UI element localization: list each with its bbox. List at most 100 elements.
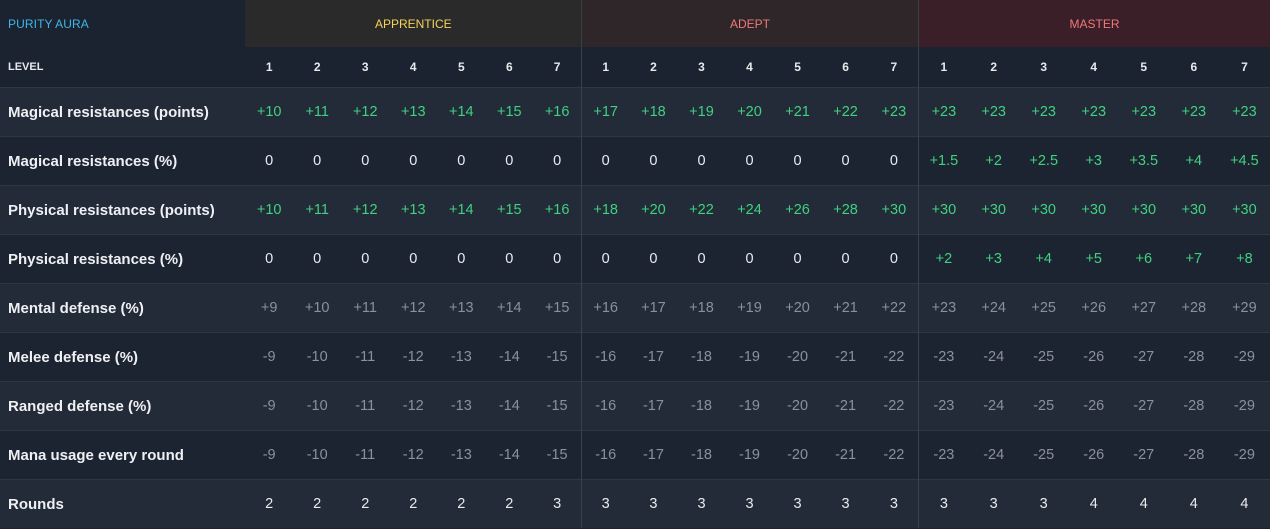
table-cell: +18 <box>629 87 678 137</box>
table-cell: 2 <box>389 479 438 528</box>
row-label: Magical resistances (%) <box>0 136 246 186</box>
table-cell: 0 <box>773 136 822 186</box>
table-cell: 0 <box>629 234 678 284</box>
table-row: Mental defense (%) +9 +10 +11 +12 +13 +14 +15 +1… <box>0 283 1270 333</box>
table-cell: -21 <box>821 332 870 382</box>
level-header-row: LEVEL 123456712345671234567 <box>0 47 1270 88</box>
table-cell: +12 <box>341 87 390 137</box>
purity-aura-table: PURITY AURA APPRENTICE ADEPT MASTER LEVE… <box>0 0 1270 528</box>
purity-aura-table-panel: PURITY AURA APPRENTICE ADEPT MASTER LEVE… <box>0 0 1270 529</box>
table-cell: -22 <box>869 381 919 431</box>
table-cell: +2 <box>968 136 1019 186</box>
level-number: 4 <box>389 47 438 88</box>
table-cell: +8 <box>1218 234 1270 284</box>
table-cell: +15 <box>485 185 534 235</box>
table-cell: -21 <box>821 381 870 431</box>
table-cell: +21 <box>821 283 870 333</box>
table-cell: +29 <box>1218 283 1270 333</box>
table-cell: -10 <box>293 381 342 431</box>
table-cell: +30 <box>1118 185 1169 235</box>
row-label: Rounds <box>0 479 246 528</box>
table-cell: -16 <box>580 430 630 480</box>
level-number: 6 <box>821 47 870 88</box>
table-cell: +23 <box>869 87 919 137</box>
table-cell: +16 <box>580 283 630 333</box>
table-cell: 0 <box>821 136 870 186</box>
table-cell: 2 <box>485 479 534 528</box>
table-cell: 3 <box>629 479 678 528</box>
table-cell: -22 <box>869 430 919 480</box>
table-cell: 0 <box>677 234 726 284</box>
level-number: 2 <box>293 47 342 88</box>
table-cell: +2.5 <box>1018 136 1069 186</box>
table-cell: -18 <box>677 430 726 480</box>
table-cell: -16 <box>580 332 630 382</box>
table-cell: +5 <box>1068 234 1119 284</box>
table-cell: 0 <box>341 234 390 284</box>
table-cell: +2 <box>918 234 969 284</box>
table-cell: 0 <box>293 234 342 284</box>
table-cell: +22 <box>869 283 919 333</box>
table-cell: +30 <box>869 185 919 235</box>
table-cell: -23 <box>918 381 969 431</box>
table-cell: +26 <box>1068 283 1119 333</box>
table-cell: -14 <box>485 381 534 431</box>
table-cell: -19 <box>725 332 774 382</box>
level-number: 2 <box>629 47 678 88</box>
table-cell: 2 <box>341 479 390 528</box>
table-cell: -10 <box>293 332 342 382</box>
table-cell: +14 <box>437 185 486 235</box>
table-cell: 0 <box>389 136 438 186</box>
table-cell: +13 <box>389 87 438 137</box>
table-cell: 0 <box>485 136 534 186</box>
level-number: 7 <box>533 47 582 88</box>
table-cell: 4 <box>1218 479 1270 528</box>
table-cell: +15 <box>485 87 534 137</box>
table-cell: -23 <box>918 332 969 382</box>
table-cell: 0 <box>245 136 294 186</box>
table-cell: 0 <box>773 234 822 284</box>
table-cell: -27 <box>1118 430 1169 480</box>
table-cell: +30 <box>1168 185 1219 235</box>
table-cell: 4 <box>1168 479 1219 528</box>
table-cell: +23 <box>1218 87 1270 137</box>
table-cell: +23 <box>918 87 969 137</box>
table-cell: +22 <box>821 87 870 137</box>
table-cell: -22 <box>869 332 919 382</box>
table-cell: +14 <box>437 87 486 137</box>
table-cell: -25 <box>1018 381 1069 431</box>
table-cell: 3 <box>918 479 969 528</box>
level-number: 5 <box>773 47 822 88</box>
table-cell: +23 <box>1068 87 1119 137</box>
table-cell: +19 <box>677 87 726 137</box>
table-cell: +18 <box>677 283 726 333</box>
table-cell: +30 <box>918 185 969 235</box>
table-cell: +11 <box>293 185 342 235</box>
table-row: Melee defense (%) -9 -10 -11 -12 -13 -14 -15 -16… <box>0 332 1270 382</box>
table-cell: 3 <box>580 479 630 528</box>
table-cell: +3 <box>1068 136 1119 186</box>
table-cell: -21 <box>821 430 870 480</box>
table-cell: +12 <box>341 185 390 235</box>
table-cell: +1.5 <box>918 136 969 186</box>
table-cell: +11 <box>293 87 342 137</box>
row-label: Melee defense (%) <box>0 332 246 382</box>
level-number: 5 <box>1118 47 1169 88</box>
table-cell: 0 <box>869 136 919 186</box>
table-cell: +13 <box>437 283 486 333</box>
table-cell: +30 <box>968 185 1019 235</box>
table-cell: 0 <box>389 234 438 284</box>
table-cell: 4 <box>1068 479 1119 528</box>
table-cell: 2 <box>293 479 342 528</box>
table-cell: -28 <box>1168 430 1219 480</box>
level-number: 7 <box>1218 47 1270 88</box>
level-number: 5 <box>437 47 486 88</box>
table-row: Magical resistances (%) 0 0 0 0 0 0 0 0 0 0 0 0 0 0 +1.… <box>0 136 1270 186</box>
table-cell: +23 <box>1018 87 1069 137</box>
table-cell: +4 <box>1018 234 1069 284</box>
table-cell: +30 <box>1018 185 1069 235</box>
table-cell: +23 <box>1118 87 1169 137</box>
level-number: 3 <box>1018 47 1069 88</box>
table-cell: +18 <box>580 185 630 235</box>
table-cell: +10 <box>245 185 294 235</box>
